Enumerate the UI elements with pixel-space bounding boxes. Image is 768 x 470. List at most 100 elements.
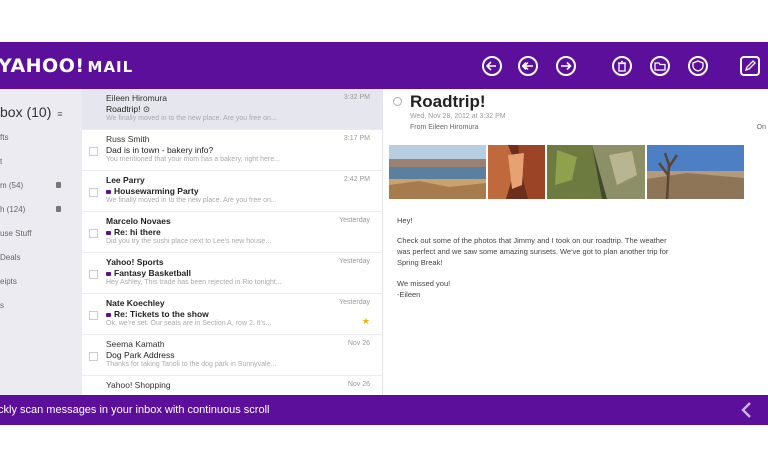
photo-desert-tree[interactable] bbox=[647, 145, 744, 199]
compose-icon[interactable] bbox=[740, 56, 760, 76]
photo-lake[interactable] bbox=[389, 145, 486, 199]
message-checkbox[interactable] bbox=[89, 270, 98, 279]
message-subject: Housewarming Party bbox=[114, 186, 199, 196]
photo-cliff[interactable] bbox=[547, 145, 645, 199]
sidebar-item-other[interactable]: s bbox=[0, 301, 4, 310]
chevron-left-icon[interactable] bbox=[740, 401, 752, 419]
sidebar-item-sent[interactable]: t bbox=[0, 157, 2, 166]
message-subject: Re: Tickets to the show bbox=[114, 309, 209, 319]
message-date: Yesterday bbox=[339, 299, 370, 306]
message-sender: Marcelo Novaes bbox=[106, 216, 171, 226]
list-item[interactable]: Nate Koechley Yesterday Re: Tickets to t… bbox=[82, 294, 382, 335]
message-sender: Russ Smith bbox=[106, 134, 150, 144]
app-header: YAHOO! MAIL bbox=[0, 42, 768, 89]
read-status-icon[interactable] bbox=[393, 97, 402, 106]
unread-dot-icon bbox=[106, 189, 111, 194]
message-date: Yesterday bbox=[339, 217, 370, 224]
photo-canyon[interactable] bbox=[488, 145, 545, 199]
reply-icon[interactable] bbox=[482, 56, 502, 76]
caption-text: ckly scan messages in your inbox with co… bbox=[0, 404, 270, 416]
sidebar-item-label: t bbox=[0, 157, 3, 166]
message-preview: Ok, we're set. Our seats are in Section … bbox=[106, 320, 272, 327]
list-item[interactable]: Seema Kamath Nov 26 Dog Park Address Tha… bbox=[82, 335, 382, 376]
inbox-chevron-icon[interactable]: ≡ bbox=[57, 109, 62, 119]
sidebar-item-label: h (124) bbox=[0, 205, 26, 214]
message-sender: Eileen Hiromura bbox=[106, 93, 167, 103]
message-from: From Eileen Hiromura bbox=[410, 124, 479, 131]
email-body-line: Spring Break! bbox=[397, 258, 443, 267]
trash-icon[interactable] bbox=[56, 206, 61, 212]
message-checkbox[interactable] bbox=[89, 147, 98, 156]
star-icon[interactable]: ★ bbox=[362, 316, 370, 327]
sidebar-item-inbox[interactable]: box (10) ≡ bbox=[0, 104, 63, 120]
message-subject: Dog Park Address bbox=[106, 350, 175, 360]
unread-dot-icon bbox=[106, 312, 111, 317]
message-preview: We finally moved in to the new place. Ar… bbox=[106, 115, 277, 122]
trash-icon[interactable] bbox=[56, 182, 61, 188]
message-checkbox[interactable] bbox=[89, 352, 98, 361]
message-checkbox[interactable] bbox=[89, 311, 98, 320]
yahoo-mail-logo[interactable]: YAHOO! MAIL bbox=[0, 55, 133, 77]
message-title: Roadtrip! bbox=[410, 92, 486, 111]
folder-icon[interactable] bbox=[650, 56, 670, 76]
message-date: 3:32 PM bbox=[343, 94, 370, 101]
list-item[interactable]: Russ Smith 3:17 PM Dad is in town - bake… bbox=[82, 130, 382, 171]
message-subject-line: Re: hi there bbox=[106, 227, 161, 237]
list-item[interactable]: Marcelo Novaes Yesterday Re: hi there Di… bbox=[82, 212, 382, 253]
email-body-line: Check out some of the photos that Jimmy … bbox=[397, 236, 667, 245]
inbox-label: box (10) bbox=[0, 104, 52, 120]
message-preview: Hey Ashley, This trade has been rejected… bbox=[106, 279, 282, 286]
spam-icon[interactable] bbox=[688, 56, 708, 76]
message-date: Nov 26 bbox=[347, 340, 370, 347]
message-checkbox[interactable] bbox=[89, 229, 98, 238]
email-signature: -Eileen bbox=[397, 290, 421, 299]
sidebar-item-drafts[interactable]: fts bbox=[0, 133, 8, 142]
message-subject: Roadtrip! ⊙ bbox=[106, 104, 150, 114]
message-subject-line: Fantasy Basketball bbox=[106, 268, 191, 278]
sidebar-item-label: eipts bbox=[0, 277, 17, 286]
message-date: Yesterday bbox=[339, 258, 370, 265]
forward-icon[interactable] bbox=[556, 56, 576, 76]
sidebar-item-receipts[interactable]: eipts bbox=[0, 277, 17, 286]
message-preview: Thanks for taking Tanoli to the dog park… bbox=[106, 361, 277, 368]
message-subject-line: Housewarming Party bbox=[106, 186, 199, 196]
sidebar-item-label: Deals bbox=[0, 253, 21, 262]
list-item[interactable]: Yahoo! Sports Yesterday Fantasy Basketba… bbox=[82, 253, 382, 294]
sidebar-item-trash[interactable]: h (124) bbox=[0, 205, 25, 214]
sidebar-item-label: use Stuff bbox=[0, 229, 32, 238]
trash-icon[interactable] bbox=[612, 56, 632, 76]
list-item[interactable]: Yahoo! Shopping Nov 26 bbox=[82, 376, 382, 395]
sidebar-item-spam[interactable]: m (54) bbox=[0, 181, 23, 190]
unread-dot-icon bbox=[106, 271, 111, 276]
caption-bar: ckly scan messages in your inbox with co… bbox=[0, 395, 768, 425]
reply-all-icon[interactable] bbox=[518, 56, 538, 76]
message-date: 2:42 PM bbox=[343, 176, 370, 183]
message-checkbox[interactable] bbox=[89, 188, 98, 197]
list-item[interactable]: Eileen Hiromura 3:32 PM Roadtrip! ⊙ We f… bbox=[82, 89, 382, 130]
email-closing: We missed you! bbox=[397, 279, 451, 288]
list-item[interactable]: Lee Parry 2:42 PM Housewarming Party We … bbox=[82, 171, 382, 212]
message-sender: Yahoo! Sports bbox=[106, 257, 164, 267]
sidebar-item-label: m (54) bbox=[0, 181, 24, 190]
email-body-line: was perfect and we saw some amazing suns… bbox=[397, 247, 669, 256]
message-timestamp: Wed, Nov 28, 2012 at 3:32 PM bbox=[410, 113, 506, 120]
sidebar-item-deals[interactable]: Deals bbox=[0, 253, 20, 262]
mail-app: YAHOO! MAIL box (10) ≡ fts t m (54) h (1… bbox=[0, 42, 768, 425]
message-subject: Dad is in town - bakery info? bbox=[106, 145, 214, 155]
message-subject: Re: hi there bbox=[114, 227, 161, 237]
folder-sidebar: box (10) ≡ fts t m (54) h (124) use Stuf… bbox=[0, 89, 82, 395]
message-date: Nov 26 bbox=[347, 381, 370, 388]
message-on-label: On bbox=[756, 124, 766, 131]
message-preview: We finally moved in to the new place. Ar… bbox=[106, 197, 277, 204]
logo-yahoo-text: YAHOO! bbox=[0, 55, 85, 77]
message-sender: Seema Kamath bbox=[106, 339, 165, 349]
message-sender: Nate Koechley bbox=[106, 298, 165, 308]
sidebar-item-label: fts bbox=[0, 133, 9, 142]
sidebar-item-house-stuff[interactable]: use Stuff bbox=[0, 229, 31, 238]
message-sender: Yahoo! Shopping bbox=[106, 380, 171, 390]
message-subject: Fantasy Basketball bbox=[114, 268, 192, 278]
message-preview: Did you try the sushi place next to Lee'… bbox=[106, 238, 272, 245]
message-date: 3:17 PM bbox=[343, 135, 370, 142]
reading-pane: Roadtrip! Wed, Nov 28, 2012 at 3:32 PM F… bbox=[382, 89, 768, 395]
message-list: Eileen Hiromura 3:32 PM Roadtrip! ⊙ We f… bbox=[82, 89, 382, 395]
